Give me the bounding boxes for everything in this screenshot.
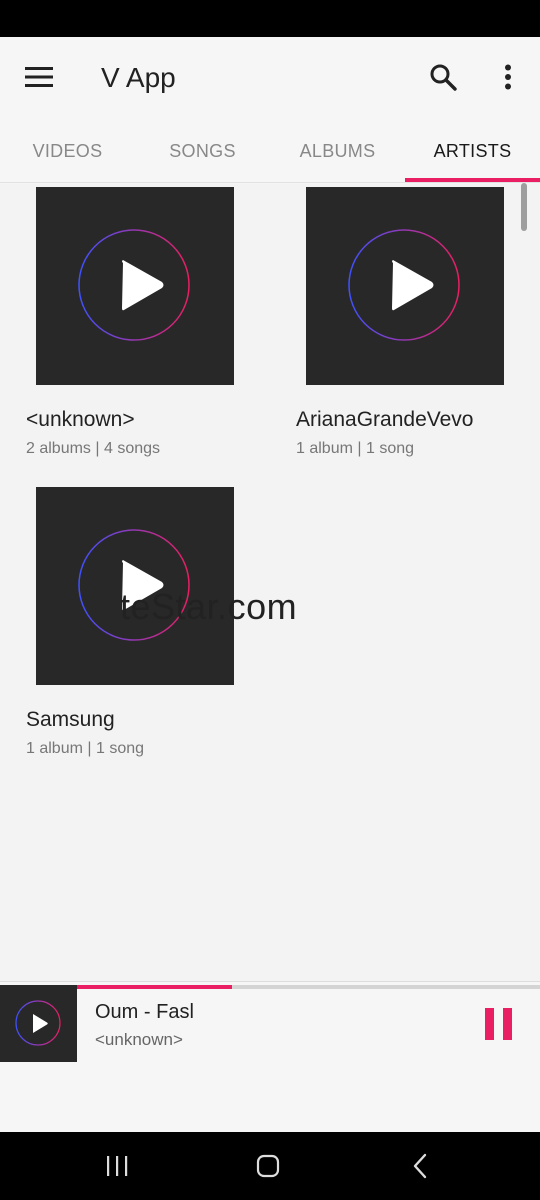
tab-songs[interactable]: SONGS xyxy=(135,119,270,183)
recents-button[interactable] xyxy=(87,1142,147,1190)
playback-progress[interactable] xyxy=(0,985,540,989)
tab-videos[interactable]: VIDEOS xyxy=(0,119,135,183)
tab-bar: VIDEOS SONGS ALBUMS ARTISTS xyxy=(0,119,540,183)
artist-card[interactable]: <unknown> 2 albums | 4 songs xyxy=(26,187,276,477)
more-options-button[interactable] xyxy=(490,55,526,99)
artist-meta: 1 album | 1 song xyxy=(296,440,415,457)
search-button[interactable] xyxy=(420,55,466,99)
artist-meta: 1 album | 1 song xyxy=(26,740,145,757)
more-vert-icon xyxy=(505,64,511,90)
tab-albums[interactable]: ALBUMS xyxy=(270,119,405,183)
play-icon xyxy=(348,229,460,341)
artist-card[interactable]: ArianaGrandeVevo 1 album | 1 song xyxy=(296,187,540,477)
now-playing-title: Oum - Fasl xyxy=(95,1001,194,1023)
artist-name: <unknown> xyxy=(26,408,135,431)
recents-icon xyxy=(107,1156,128,1176)
artist-name: Samsung xyxy=(26,708,115,731)
player-spacer xyxy=(0,1062,540,1132)
watermark: teStar.com xyxy=(120,586,298,627)
status-bar xyxy=(0,0,540,37)
play-icon xyxy=(78,229,190,341)
now-playing-thumbnail[interactable] xyxy=(0,985,77,1062)
tab-artists[interactable]: ARTISTS xyxy=(405,119,540,183)
artist-thumbnail xyxy=(36,187,234,385)
app-title: V App xyxy=(101,62,176,93)
pause-button[interactable] xyxy=(476,1002,520,1046)
artists-grid[interactable]: <unknown> 2 albums | 4 songs ArianaGrand… xyxy=(0,184,540,981)
artist-name: ArianaGrandeVevo xyxy=(296,408,474,431)
pause-icon xyxy=(484,1008,494,1040)
artist-card[interactable]: Samsung 1 album | 1 song xyxy=(26,487,276,777)
now-playing-artist: <unknown> xyxy=(95,1030,183,1049)
menu-button[interactable] xyxy=(14,57,64,97)
pause-icon-bar xyxy=(502,1008,512,1040)
menu-icon xyxy=(25,67,53,87)
home-button[interactable] xyxy=(238,1142,298,1190)
search-icon xyxy=(430,64,457,91)
home-icon xyxy=(256,1154,280,1178)
system-nav-bar xyxy=(0,1132,540,1200)
back-icon xyxy=(413,1153,427,1179)
app-bar: V App xyxy=(0,37,540,119)
tab-indicator xyxy=(405,178,540,182)
play-icon xyxy=(15,1000,61,1046)
back-button[interactable] xyxy=(390,1142,450,1190)
mini-player[interactable]: Oum - Fasl <unknown> xyxy=(0,981,540,1062)
artist-thumbnail xyxy=(306,187,504,385)
artist-meta: 2 albums | 4 songs xyxy=(26,440,161,457)
scrollbar[interactable] xyxy=(521,183,527,231)
